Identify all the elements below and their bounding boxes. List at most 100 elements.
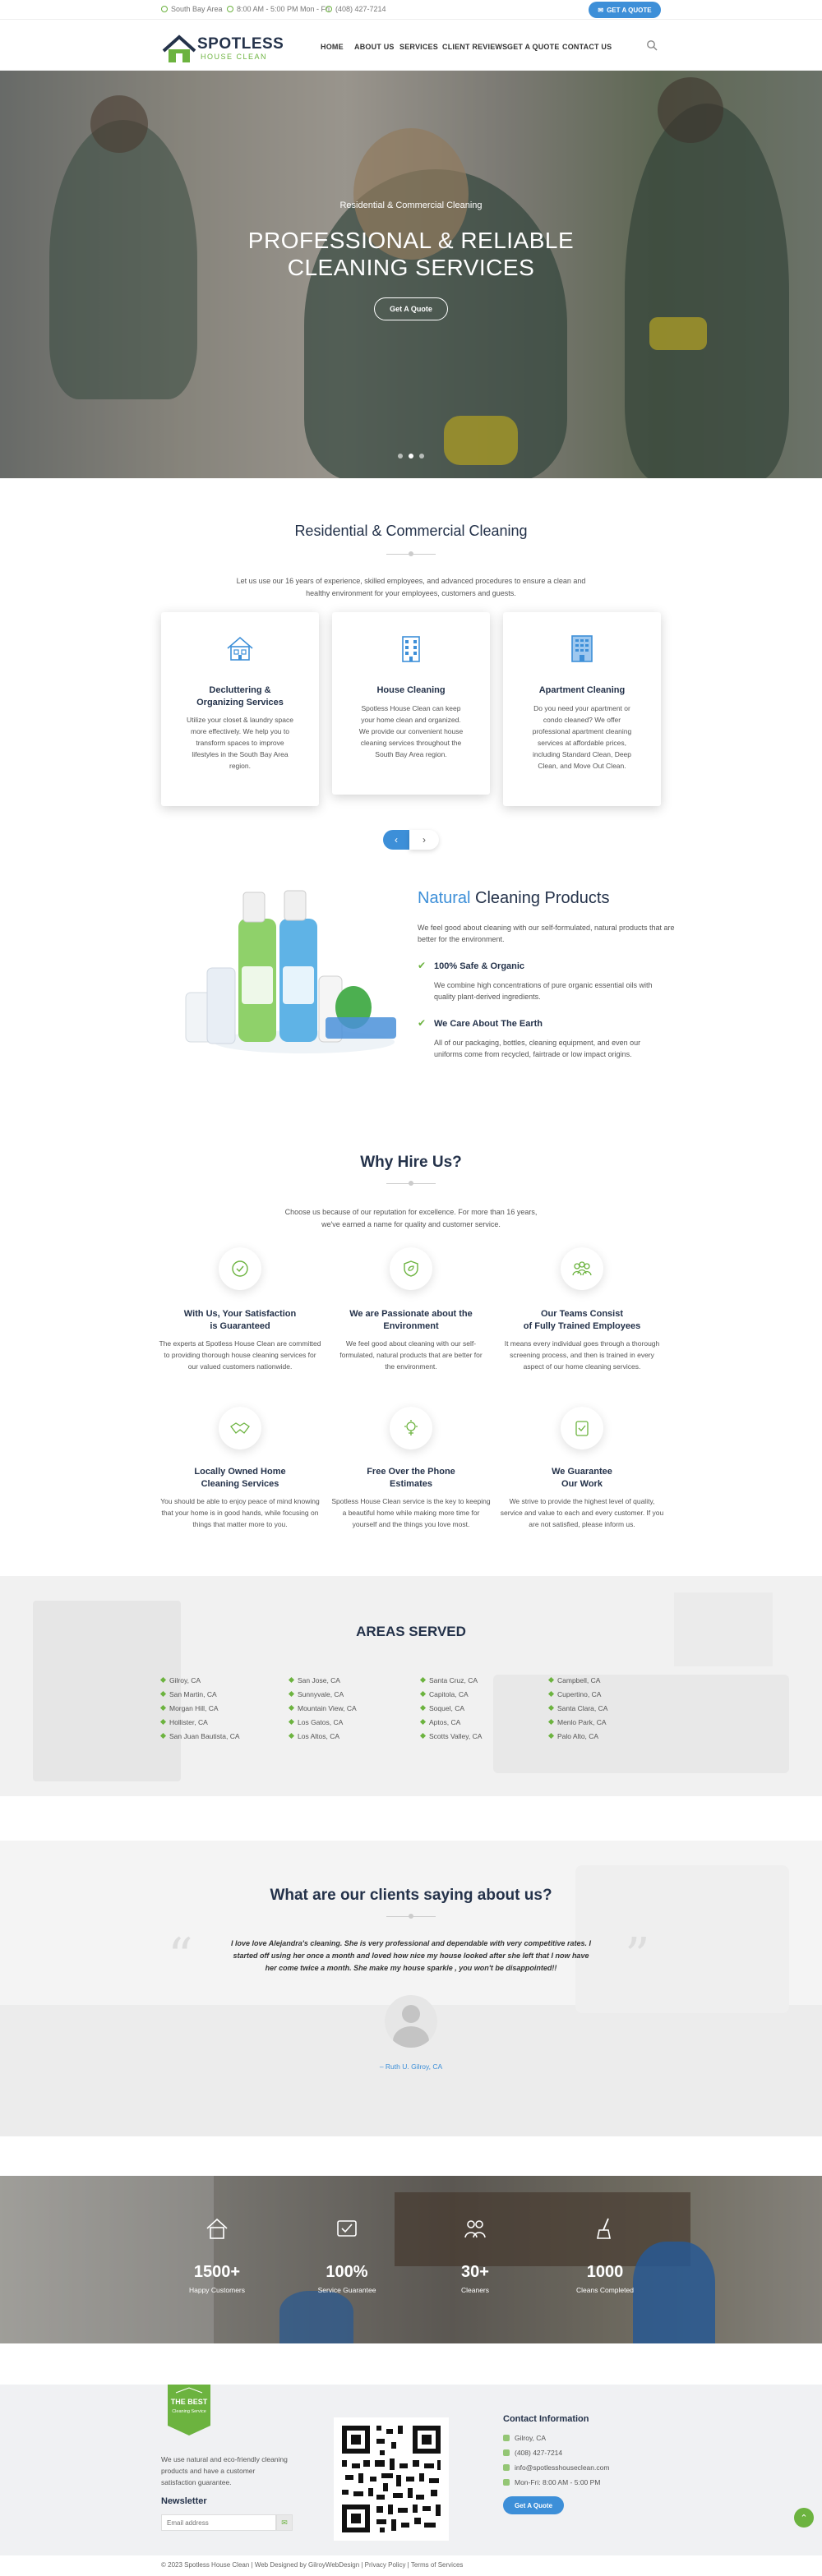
house-icon (227, 636, 253, 661)
area-item: Mountain View, CA (288, 1701, 357, 1715)
area-item: San Martin, CA (159, 1687, 240, 1701)
logo-text: SPOTLESS (197, 35, 284, 53)
send-icon: ✉ (281, 2518, 288, 2527)
testimonials-title: What are our clients saying about us? (270, 1887, 552, 1904)
contact-hours: Mon-Fri: 8:00 AM - 5:00 PM (503, 2478, 600, 2486)
services-intro: Let us use our 16 years of experience, s… (236, 577, 586, 597)
why-item-title: Our Teams Consist of Fully Trained Employ… (523, 1309, 641, 1331)
why-item-title: We Guarantee Our Work (552, 1467, 612, 1489)
area-item: Campbell, CA (547, 1673, 607, 1687)
hero-get-a-quote-button[interactable]: Get A Quote (374, 297, 448, 320)
area-item: Cupertino, CA (547, 1687, 607, 1701)
back-to-top-button[interactable]: ⌃ (794, 2508, 814, 2528)
logo-subtext: HOUSE CLEAN (201, 53, 268, 61)
newsletter-email-input[interactable] (161, 2514, 276, 2531)
cleaners-stat-icon (464, 2220, 486, 2238)
area-item: Hollister, CA (159, 1715, 240, 1729)
footer-get-a-quote-button[interactable]: Get A Quote (503, 2496, 564, 2514)
area-item: Morgan Hill, CA (159, 1701, 240, 1715)
satisfaction-icon (219, 1247, 261, 1290)
why-item-text: You should be able to enjoy peace of min… (160, 1497, 320, 1528)
handshake-icon (219, 1407, 261, 1449)
checkmark-icon: ✔ (418, 1017, 427, 1029)
areas-column: San Jose, CA Sunnyvale, CA Mountain View… (288, 1673, 357, 1743)
hours-info: 8:00 AM - 5:00 PM Mon - Fri (227, 5, 330, 13)
why-item-text: The experts at Spotless House Clean are … (159, 1339, 321, 1371)
phone-icon (326, 6, 332, 12)
phone-info[interactable]: (408) 427-7214 (326, 5, 386, 13)
area-item: Soquel, CA (419, 1701, 482, 1715)
area-item: San Jose, CA (288, 1673, 357, 1687)
area-item: Capitola, CA (419, 1687, 482, 1701)
nav-about-us[interactable]: ABOUT US (354, 43, 395, 51)
area-item: Santa Cruz, CA (419, 1673, 482, 1687)
broom-stat-icon (597, 2218, 611, 2239)
areas-column: Santa Cruz, CA Capitola, CA Soquel, CA A… (419, 1673, 482, 1743)
service-stat-icon (337, 2220, 357, 2237)
logo[interactable]: SPOTLESS HOUSE CLEAN (161, 33, 293, 66)
services-title: Residential & Commercial Cleaning (294, 523, 528, 539)
why-item-text: Spotless House Clean service is the key … (331, 1497, 491, 1528)
natural-products-intro: We feel good about cleaning with our sel… (418, 924, 675, 943)
location-info: South Bay Area (161, 5, 223, 13)
newsletter-submit-button[interactable]: ✉ (276, 2514, 293, 2531)
stat-label: Cleans Completed (576, 2286, 634, 2294)
contact-phone[interactable]: (408) 427-7214 (503, 2449, 562, 2457)
why-item-text: We strive to provide the highest level o… (500, 1497, 664, 1528)
stat-number: 100% (326, 2263, 368, 2281)
nav-client-reviews[interactable]: CLIENT REVIEWS (442, 43, 507, 51)
clock-icon (227, 6, 233, 12)
search-icon[interactable] (646, 39, 658, 51)
best-service-badge: THE BEST Cleaning Service (168, 2385, 210, 2435)
why-item-text: It means every individual goes through a… (504, 1339, 660, 1371)
building-icon (402, 636, 420, 662)
qr-code[interactable] (334, 2417, 449, 2541)
carousel-prev-button[interactable]: ‹ (383, 830, 409, 850)
natural-item-title: 100% Safe & Organic (434, 961, 525, 971)
top-bar: South Bay Area 8:00 AM - 5:00 PM Mon - F… (0, 0, 822, 20)
nav-contact-us[interactable]: CONTACT US (562, 43, 612, 51)
carousel-next-button[interactable]: › (409, 830, 439, 850)
why-item-title: Locally Owned Home Cleaning Services (194, 1467, 286, 1489)
natural-item-text: We combine high concentrations of pure o… (434, 981, 653, 1001)
contact-address: Gilroy, CA (503, 2434, 546, 2442)
service-card-house-cleaning[interactable]: House Cleaning Spotless House Clean can … (332, 612, 490, 795)
areas-served-section (0, 1576, 822, 1796)
service-card-decluttering[interactable]: Decluttering & Organizing Services Utiliz… (161, 612, 319, 806)
divider (386, 551, 436, 556)
guarantee-icon (561, 1407, 603, 1449)
nav-home[interactable]: HOME (321, 43, 344, 51)
area-item: Aptos, CA (419, 1715, 482, 1729)
cleaning-products-image (185, 890, 396, 1053)
hero-subtitle: Residential & Commercial Cleaning (339, 200, 483, 210)
nav-get-a-quote[interactable]: GET A QUOTE (507, 43, 560, 51)
email-icon: ✉ (598, 6, 604, 14)
contact-email[interactable]: info@spotlesshouseclean.com (503, 2463, 609, 2472)
location-pin-icon (503, 2435, 510, 2441)
stat-label: Cleaners (460, 2286, 490, 2294)
area-item: Los Gatos, CA (288, 1715, 357, 1729)
service-card-apartment-cleaning[interactable]: Apartment Cleaning Do you need your apar… (503, 612, 661, 806)
area-item: Menlo Park, CA (547, 1715, 607, 1729)
stat-label: Happy Customers (188, 2286, 246, 2294)
areas-column: Gilroy, CA San Martin, CA Morgan Hill, C… (159, 1673, 240, 1743)
slider-dot[interactable] (419, 454, 424, 459)
areas-title: AREAS SERVED (356, 1624, 466, 1639)
why-item-text: We feel good about cleaning with our sel… (339, 1339, 483, 1371)
slider-dot[interactable] (398, 454, 403, 459)
phone-estimate-icon (390, 1407, 432, 1449)
area-item: Los Altos, CA (288, 1729, 357, 1743)
checkmark-icon: ✔ (418, 960, 427, 971)
slider-dot-active[interactable] (409, 454, 413, 459)
testimonial-quote: I love love Alejandra's cleaning. She is… (231, 1939, 591, 1972)
get-a-quote-top-button[interactable]: ✉ GET A QUOTE (589, 2, 661, 18)
testimonials-section (0, 1841, 822, 2136)
nav-services[interactable]: SERVICES (399, 43, 438, 51)
stat-number: 1500+ (193, 2263, 241, 2281)
stat-number: 1000 (586, 2263, 624, 2281)
area-item: Santa Clara, CA (547, 1701, 607, 1715)
contact-title: Contact Information (503, 2414, 589, 2424)
natural-products-title: Natural Cleaning Products (418, 889, 610, 907)
email-icon (503, 2464, 510, 2471)
newsletter-title: Newsletter (161, 2496, 207, 2506)
